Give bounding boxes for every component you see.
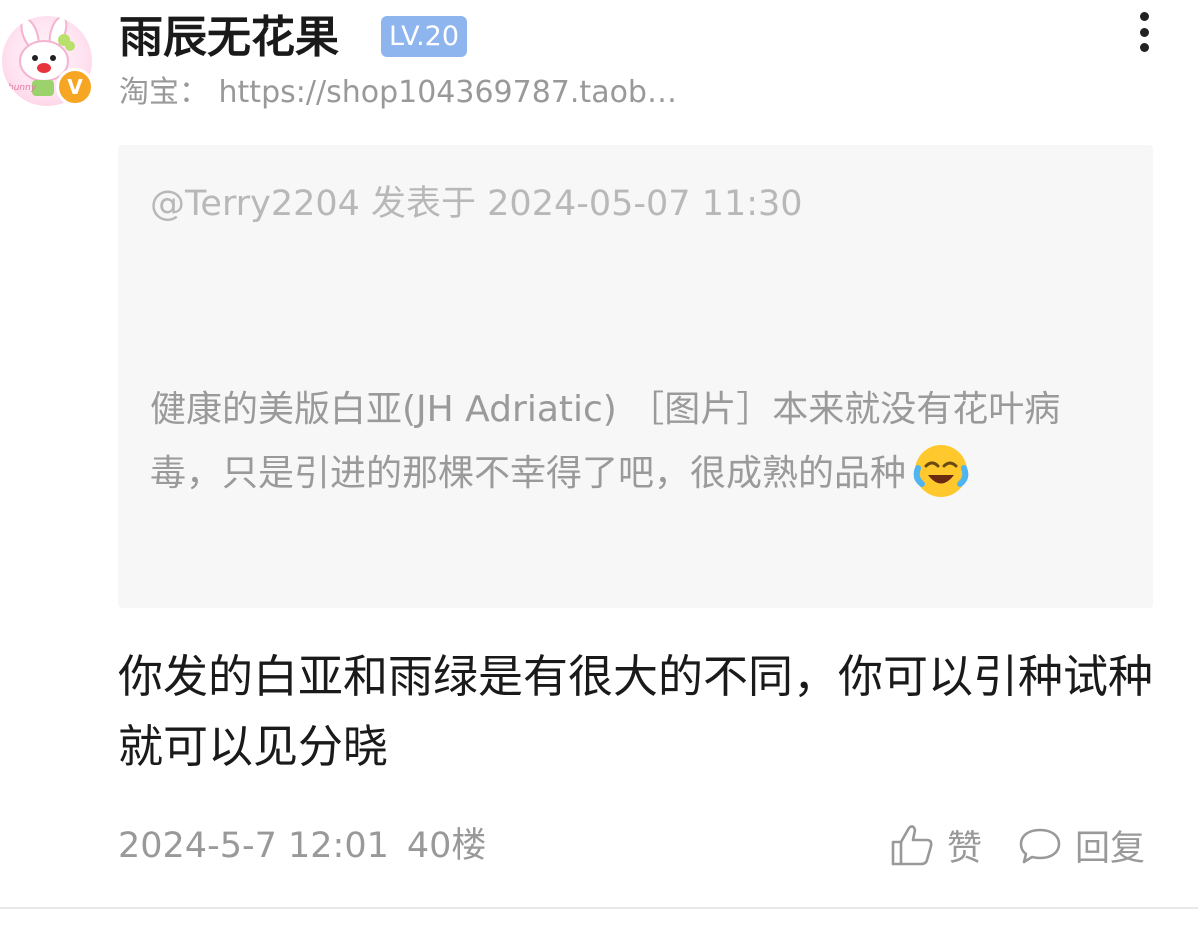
more-options-button[interactable] [1124, 8, 1164, 56]
crying-laughing-emoji-icon [912, 442, 970, 500]
vertical-dots-icon [1139, 12, 1149, 21]
thumbs-up-icon [891, 825, 933, 866]
like-button[interactable]: 赞 [889, 818, 982, 872]
level-badge: LV.20 [381, 16, 468, 57]
divider [0, 907, 1198, 909]
svg-text:bunny: bunny [8, 83, 37, 93]
floor-number: 40楼 [406, 826, 487, 866]
verified-badge: V [56, 68, 94, 106]
like-label: 赞 [947, 828, 983, 869]
reply-text: 你发的白亚和雨绿是有很大的不同，你可以引种试种就可以见分晓 [118, 650, 1154, 773]
reply-label: 回复 [1075, 828, 1146, 869]
username[interactable]: 雨辰无花果 [119, 10, 339, 66]
reply-button[interactable]: 回复 [1017, 818, 1145, 872]
user-subtitle[interactable]: 淘宝： https://shop104369787.taob… [119, 72, 677, 114]
quote-body: 健康的美版白亚(JH Adriatic) ［图片］本来就没有花叶病毒，只是引进的… [150, 378, 1125, 506]
post-meta: 2024-5-7 12:01 40楼 [118, 822, 486, 870]
avatar[interactable]: bunny V [2, 16, 94, 106]
quoted-post[interactable]: @Terry2204 发表于 2024-05-07 11:30 健康的美版白亚(… [118, 145, 1153, 608]
speech-bubble-icon [1019, 828, 1061, 864]
quote-header: @Terry2204 发表于 2024-05-07 11:30 [150, 184, 803, 224]
timestamp: 2024-5-7 12:01 [118, 826, 389, 866]
